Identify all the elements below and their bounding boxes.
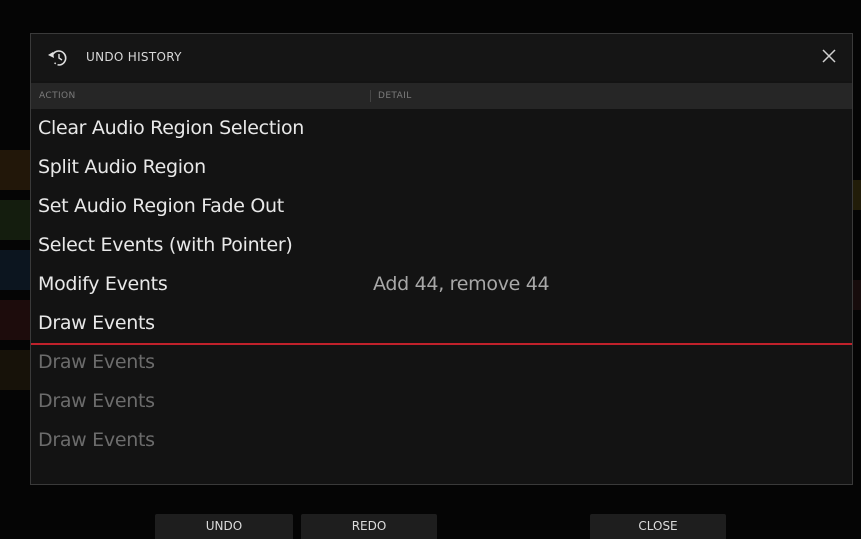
background-track [0, 150, 30, 190]
history-row[interactable]: Modify Events Add 44, remove 44 [31, 267, 852, 306]
undo-button[interactable]: UNDO [155, 514, 293, 539]
history-row[interactable]: Clear Audio Region Selection [31, 111, 852, 150]
dialog-title-bar: UNDO HISTORY [31, 34, 852, 81]
undo-history-icon [45, 46, 73, 70]
undo-history-dialog: UNDO HISTORY ACTION DETAIL Clear Audio R… [30, 33, 853, 485]
history-row[interactable]: Set Audio Region Fade Out [31, 189, 852, 228]
history-action: Draw Events [38, 312, 155, 334]
redo-button[interactable]: REDO [301, 514, 437, 539]
history-detail: Add 44, remove 44 [373, 273, 550, 295]
background-track [0, 300, 30, 340]
history-row[interactable]: Select Events (with Pointer) [31, 228, 852, 267]
history-list: Clear Audio Region Selection Split Audio… [31, 111, 852, 462]
column-header: ACTION DETAIL [31, 83, 852, 109]
history-action: Split Audio Region [38, 156, 206, 178]
dialog-title: UNDO HISTORY [86, 50, 182, 64]
history-action: Draw Events [38, 390, 155, 412]
history-row-undone[interactable]: Draw Events [31, 384, 852, 423]
history-row[interactable]: Split Audio Region [31, 150, 852, 189]
close-button[interactable]: CLOSE [590, 514, 726, 539]
history-row-current[interactable]: Draw Events [31, 306, 852, 345]
history-action: Draw Events [38, 351, 155, 373]
history-action: Clear Audio Region Selection [38, 117, 305, 139]
background-track [0, 350, 30, 390]
background-track [0, 200, 30, 240]
history-action: Modify Events [38, 273, 168, 295]
history-row-undone[interactable]: Draw Events [31, 345, 852, 384]
background-track [0, 250, 30, 290]
column-header-action[interactable]: ACTION [39, 91, 76, 101]
column-divider [370, 90, 371, 102]
app-screen: UNDO HISTORY ACTION DETAIL Clear Audio R… [0, 0, 861, 539]
history-action: Set Audio Region Fade Out [38, 195, 284, 217]
close-icon[interactable] [820, 47, 838, 65]
history-action: Select Events (with Pointer) [38, 234, 293, 256]
history-row-undone[interactable]: Draw Events [31, 423, 852, 462]
history-action: Draw Events [38, 429, 155, 451]
column-header-detail[interactable]: DETAIL [378, 91, 412, 101]
